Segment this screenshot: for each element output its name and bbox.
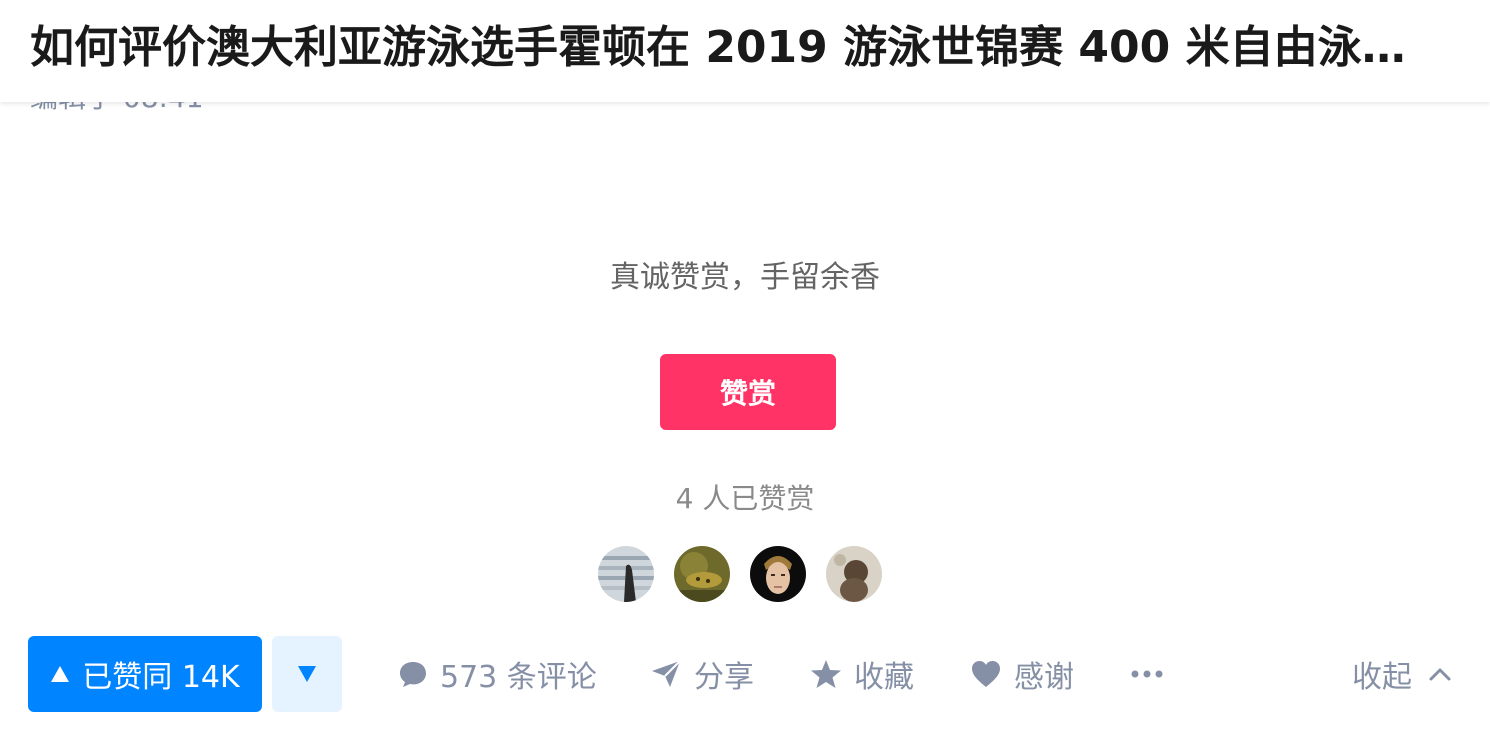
avatar[interactable]: [826, 546, 882, 602]
share-icon: [652, 660, 681, 687]
rewarder-avatars: [598, 546, 882, 602]
thanks-button[interactable]: 感谢: [970, 636, 1074, 712]
comments-button[interactable]: 573 条评论: [398, 636, 597, 712]
more-icon: [1131, 670, 1163, 678]
collect-label: 收藏: [854, 660, 914, 695]
share-label: 分享: [694, 660, 754, 695]
more-button[interactable]: [1130, 636, 1164, 712]
reward-prompt: 真诚赞赏，手留余香: [610, 260, 880, 295]
comment-icon: [400, 662, 426, 687]
collapse-button[interactable]: 收起: [1352, 636, 1452, 712]
avatar[interactable]: [598, 546, 654, 602]
thanks-label: 感谢: [1014, 660, 1074, 695]
question-header: 如何评价澳大利亚游泳选手霍顿在 2019 游泳世锦赛 400 米自由泳…: [0, 0, 1490, 102]
reward-button[interactable]: 赞赏: [660, 354, 836, 430]
collect-button[interactable]: 收藏: [810, 636, 914, 712]
vote-up-button[interactable]: 已赞同 14K: [28, 636, 262, 712]
vote-down-button[interactable]: [272, 636, 342, 712]
vote-up-label: 已赞同 14K: [82, 660, 240, 695]
question-title[interactable]: 如何评价澳大利亚游泳选手霍顿在 2019 游泳世锦赛 400 米自由泳…: [30, 18, 1480, 78]
avatar[interactable]: [674, 546, 730, 602]
chevron-up-icon: [1429, 668, 1451, 681]
triangle-down-icon: [298, 666, 316, 682]
heart-icon: [972, 661, 1000, 687]
collapse-label: 收起: [1352, 660, 1412, 695]
star-icon: [811, 660, 841, 688]
share-button[interactable]: 分享: [650, 636, 754, 712]
triangle-up-icon: [51, 666, 70, 682]
comments-label: 573 条评论: [440, 660, 597, 695]
reward-count: 4 人已赞赏: [675, 482, 815, 515]
avatar[interactable]: [750, 546, 806, 602]
answer-action-bar: 已赞同 14K 573 条评论 分享 收藏 感谢 收起: [0, 636, 1490, 712]
